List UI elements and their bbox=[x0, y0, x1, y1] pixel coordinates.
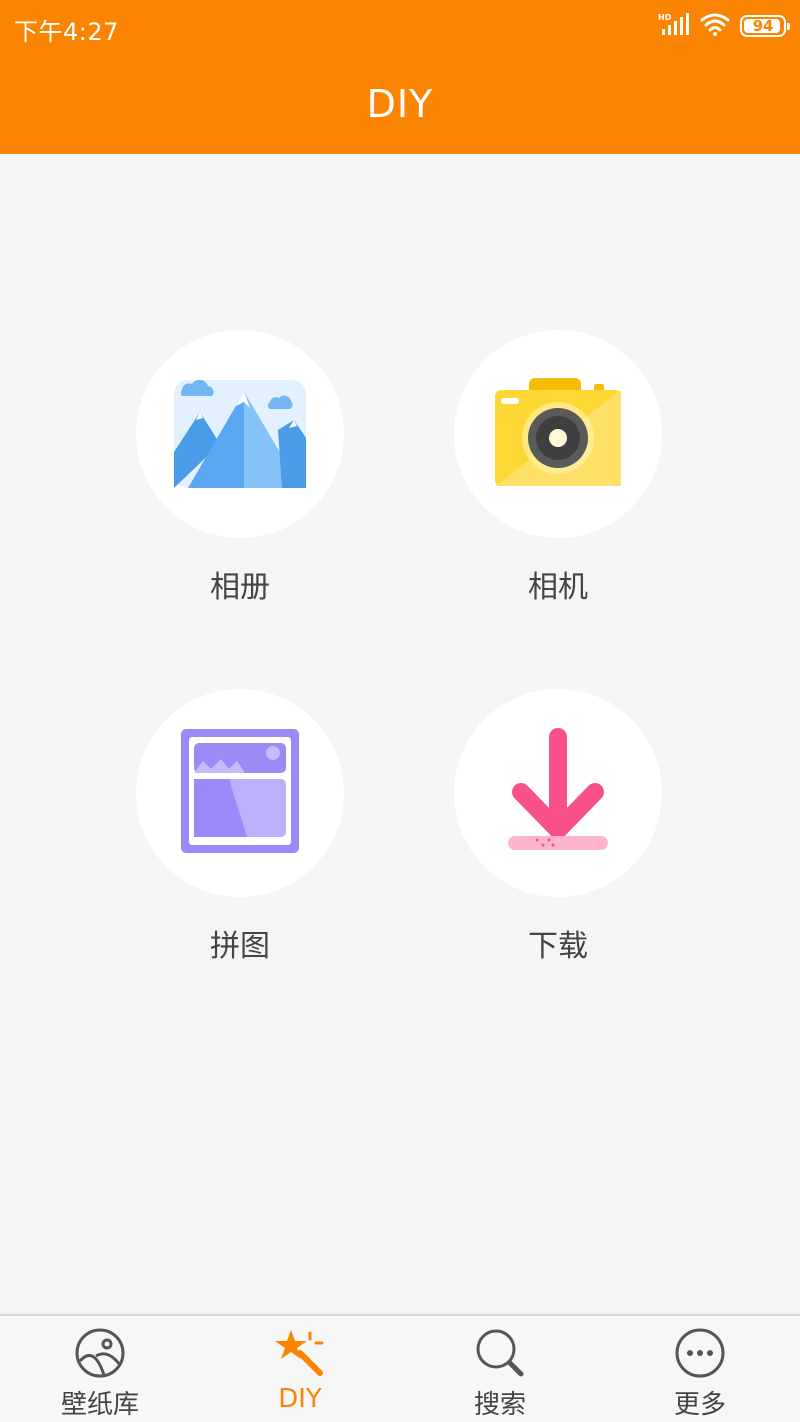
tab-search-label: 搜索 bbox=[473, 1390, 526, 1420]
tab-wallpaper-library-label: 壁纸库 bbox=[60, 1390, 139, 1420]
bottom-tab-bar: 壁纸库 DIY 搜索 更多 bbox=[0, 1314, 800, 1422]
status-bar: 下午4:27 HD 94 bbox=[0, 0, 800, 54]
battery-icon: 94 bbox=[740, 15, 790, 37]
collage-icon bbox=[179, 727, 301, 859]
tile-camera-circle bbox=[454, 330, 662, 538]
tile-album-label: 相册 bbox=[210, 570, 270, 605]
tab-diy-label: DIY bbox=[278, 1384, 322, 1414]
diy-grid: 相册 相机 拼图 下载 bbox=[0, 154, 800, 1314]
status-time: 下午4:27 bbox=[14, 18, 119, 46]
battery-level: 94 bbox=[752, 17, 774, 35]
tab-more-label: 更多 bbox=[673, 1390, 726, 1420]
status-icons: HD 94 bbox=[658, 12, 790, 40]
tab-diy[interactable]: DIY bbox=[200, 1316, 400, 1422]
photo-album-icon bbox=[170, 372, 310, 496]
tile-download[interactable]: 下载 bbox=[438, 689, 678, 979]
hd-signal-icon: HD bbox=[658, 12, 690, 40]
tab-more[interactable]: 更多 bbox=[600, 1316, 800, 1422]
tab-wallpaper-library[interactable]: 壁纸库 bbox=[0, 1316, 200, 1422]
tile-camera[interactable]: 相机 bbox=[438, 330, 678, 620]
magic-wand-icon bbox=[273, 1326, 327, 1380]
tile-album[interactable]: 相册 bbox=[120, 330, 360, 620]
svg-text:HD: HD bbox=[658, 13, 672, 22]
tile-album-circle bbox=[136, 330, 344, 538]
page-title: DIY bbox=[366, 82, 434, 126]
download-icon bbox=[503, 726, 613, 860]
tile-download-label: 下载 bbox=[528, 929, 588, 964]
camera-icon bbox=[493, 376, 623, 492]
tile-collage[interactable]: 拼图 bbox=[120, 689, 360, 979]
wifi-icon bbox=[700, 12, 730, 40]
tile-collage-circle bbox=[136, 689, 344, 897]
tab-search[interactable]: 搜索 bbox=[400, 1316, 600, 1422]
more-icon bbox=[673, 1326, 727, 1380]
tile-collage-label: 拼图 bbox=[210, 929, 270, 964]
wallpaper-library-icon bbox=[73, 1326, 127, 1380]
search-icon bbox=[473, 1326, 527, 1380]
tile-download-circle bbox=[454, 689, 662, 897]
tile-camera-label: 相机 bbox=[528, 570, 588, 605]
app-bar: DIY bbox=[0, 54, 800, 154]
